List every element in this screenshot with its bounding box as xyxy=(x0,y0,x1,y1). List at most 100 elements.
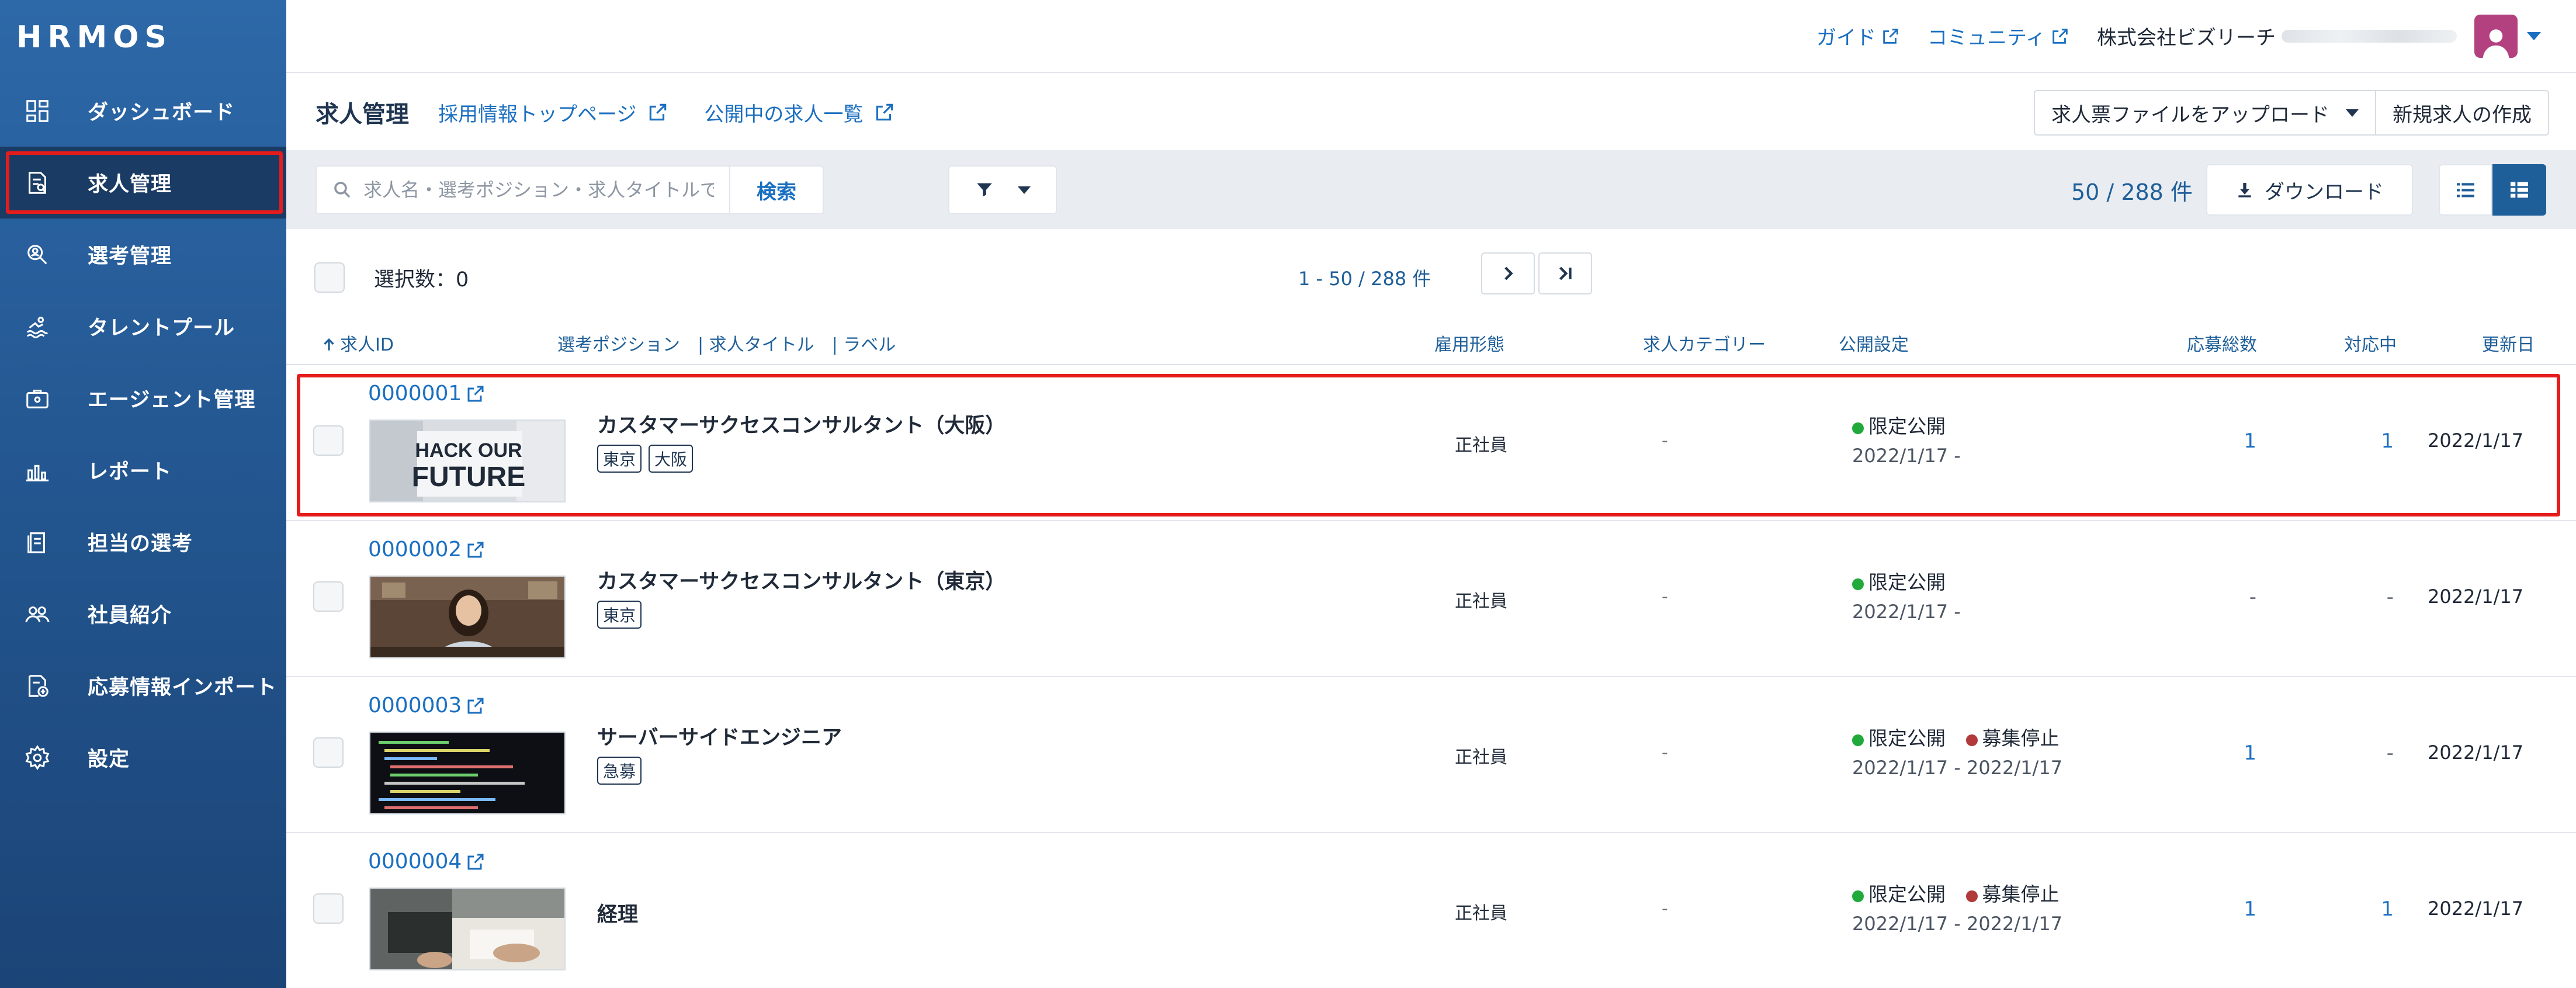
applications-count[interactable]: 1 xyxy=(2210,897,2256,921)
sidebar-item-talent-pool[interactable]: タレントプール xyxy=(0,290,286,362)
table-row[interactable]: 0000001 HACK OUR FUTURE カスタマーサクセスコンサルタント… xyxy=(286,365,2576,521)
job-category: - xyxy=(1662,587,1668,607)
sidebar-item-settings[interactable]: 設定 xyxy=(0,722,286,793)
account-menu-caret-icon[interactable] xyxy=(2527,32,2541,40)
in-progress-count: - xyxy=(2386,741,2394,765)
job-tag: 急募 xyxy=(597,757,642,785)
sidebar-item-label: 求人管理 xyxy=(88,173,172,196)
sidebar-item-agent[interactable]: エージェント管理 xyxy=(0,362,286,434)
filter-button[interactable] xyxy=(948,165,1057,214)
column-applications[interactable]: 応募総数 xyxy=(2187,330,2257,356)
external-link-icon xyxy=(650,103,667,121)
sidebar-item-report[interactable]: レポート xyxy=(0,434,286,506)
job-tag: 東京 xyxy=(597,445,642,473)
community-link[interactable]: コミュニティ xyxy=(1927,22,2070,50)
job-thumbnail: HACK OUR FUTURE xyxy=(369,420,566,502)
sidebar-item-label: タレントプール xyxy=(88,317,235,340)
selection-bar: 選択数：0 1 - 50 / 288 件 xyxy=(286,229,2576,328)
job-thumbnail xyxy=(369,732,566,814)
applications-count[interactable]: 1 xyxy=(2210,741,2256,765)
sidebar-item-selection[interactable]: 選考管理 xyxy=(0,219,286,290)
table-icon xyxy=(2511,182,2528,198)
create-new-job-button[interactable]: 新規求人の作成 xyxy=(2375,90,2549,136)
job-id-link[interactable]: 0000001 xyxy=(368,382,486,405)
list-view-button[interactable] xyxy=(2439,164,2492,216)
download-button[interactable]: ダウンロード xyxy=(2206,164,2413,216)
view-toggle xyxy=(2439,164,2546,216)
external-link-icon xyxy=(876,103,893,121)
table-view-button[interactable] xyxy=(2492,164,2546,216)
job-id-link[interactable]: 0000003 xyxy=(368,694,486,717)
search-person-icon xyxy=(23,241,51,269)
search-button[interactable]: 検索 xyxy=(729,167,823,213)
sidebar-item-label: 担当の選考 xyxy=(88,532,193,556)
table-row[interactable]: 0000003 サーバーサイドエンジニア 急募 正社員 - 限定公開 募集停止 … xyxy=(286,677,2576,833)
table-row[interactable]: 0000004 経理 正社員 - 限定公開 募集停止 2022/1/17 - 2… xyxy=(286,833,2576,988)
search-icon xyxy=(334,182,351,198)
external-link-icon xyxy=(467,542,484,557)
job-tags: 東京 xyxy=(597,601,649,629)
publish-dates: 2022/1/17 - xyxy=(1852,601,1961,623)
public-jobs-link[interactable]: 公開中の求人一覧 xyxy=(704,98,896,127)
job-tag: 大阪 xyxy=(649,445,694,473)
applications-count[interactable]: 1 xyxy=(2210,429,2256,453)
sidebar-item-label: エージェント管理 xyxy=(88,389,256,412)
assigned-doc-icon xyxy=(23,528,51,556)
hrmos-logo[interactable]: HRMOS xyxy=(16,20,172,55)
column-position[interactable]: 選考ポジション | 求人タイトル | ラベル xyxy=(557,330,896,356)
publish-status: 限定公開 募集停止 2022/1/17 - 2022/1/17 xyxy=(1852,883,2063,935)
column-category[interactable]: 求人カテゴリー xyxy=(1643,330,1766,356)
upload-job-file-button[interactable]: 求人票ファイルをアップロード xyxy=(2034,90,2375,136)
result-count: 50 / 288 件 xyxy=(2071,179,2193,205)
selected-count: 選択数：0 xyxy=(374,268,469,292)
sidebar-item-dashboard[interactable]: ダッシュボード xyxy=(0,75,286,147)
in-progress-count[interactable]: 1 xyxy=(2347,897,2394,921)
guide-link[interactable]: ガイド xyxy=(1816,22,1901,50)
search-input[interactable] xyxy=(363,179,714,201)
pool-icon xyxy=(23,313,51,341)
column-in-progress[interactable]: 対応中 xyxy=(2344,330,2397,356)
job-id-link[interactable]: 0000004 xyxy=(368,850,486,873)
row-checkbox[interactable] xyxy=(313,581,344,612)
column-employment[interactable]: 雇用形態 xyxy=(1434,330,1504,356)
sidebar-item-import[interactable]: 応募情報インポート xyxy=(0,650,286,722)
page-title: 求人管理 xyxy=(316,101,409,128)
last-page-button[interactable] xyxy=(1538,252,1592,294)
status-dot-red xyxy=(1965,734,1978,746)
table-row[interactable]: 0000002 カスタマーサクセスコンサルタント（東京） 東京 正社員 - 限定… xyxy=(286,521,2576,677)
bar-chart-icon xyxy=(23,456,51,484)
external-link-icon xyxy=(467,698,484,713)
row-checkbox[interactable] xyxy=(313,893,344,924)
job-tags: 東京 大阪 xyxy=(597,445,700,473)
row-checkbox[interactable] xyxy=(313,425,344,456)
sidebar-item-referral[interactable]: 社員紹介 xyxy=(0,578,286,650)
chevron-down-icon xyxy=(2346,109,2359,117)
job-title: 経理 xyxy=(597,903,639,927)
sidebar-item-job-management[interactable]: 求人管理 xyxy=(0,147,286,219)
job-tags: 急募 xyxy=(597,757,649,785)
thumbnail-text: HACK OUR xyxy=(415,439,522,462)
select-all-checkbox[interactable] xyxy=(314,262,345,293)
column-updated[interactable]: 更新日 xyxy=(2482,330,2535,356)
next-page-button[interactable] xyxy=(1481,252,1535,294)
recruit-top-page-link[interactable]: 採用情報トップページ xyxy=(438,98,669,127)
avatar[interactable] xyxy=(2474,14,2518,58)
employment-type: 正社員 xyxy=(1455,435,1507,456)
external-link-icon xyxy=(467,386,484,401)
row-checkbox[interactable] xyxy=(313,737,344,768)
job-title: カスタマーサクセスコンサルタント（東京） xyxy=(597,570,1006,594)
in-progress-count[interactable]: 1 xyxy=(2347,429,2394,453)
sidebar-item-assigned[interactable]: 担当の選考 xyxy=(0,506,286,578)
table-header: 求人ID 選考ポジション | 求人タイトル | ラベル 雇用形態 求人カテゴリー… xyxy=(286,324,2576,365)
job-category: - xyxy=(1662,431,1668,451)
briefcase-icon xyxy=(23,384,51,412)
job-id-link[interactable]: 0000002 xyxy=(368,538,486,561)
chevron-down-icon xyxy=(1018,186,1031,194)
thumbnail-text: FUTURE xyxy=(412,462,526,493)
external-link-icon xyxy=(2053,28,2068,44)
applications-count: - xyxy=(2249,585,2256,609)
column-publish[interactable]: 公開設定 xyxy=(1839,330,1909,356)
job-table-body: 0000001 HACK OUR FUTURE カスタマーサクセスコンサルタント… xyxy=(286,365,2576,988)
column-job-id[interactable]: 求人ID xyxy=(321,330,394,356)
search-box: 検索 xyxy=(316,165,824,214)
